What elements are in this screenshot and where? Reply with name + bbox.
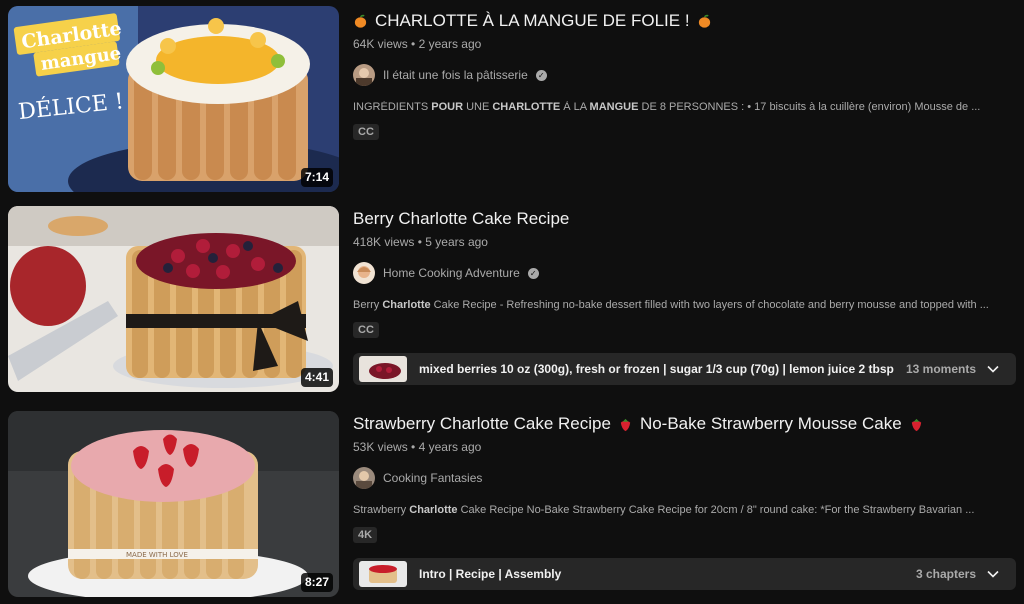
chapters-summary: mixed berries 10 oz (300g), fresh or fro… [419, 362, 894, 376]
chapters-count: 13 moments [905, 362, 976, 376]
video-title-text: Berry Charlotte Cake Recipe [353, 209, 570, 228]
channel-name[interactable]: Cooking Fantasies [383, 471, 482, 485]
view-count: 418K views [353, 235, 415, 249]
closed-captions-badge: CC [353, 322, 379, 338]
thumbnail-image [8, 206, 339, 392]
chapter-thumbnail [359, 356, 407, 382]
video-thumbnail[interactable]: Charlotte mangue DÉLICE ! 7:14 [8, 6, 339, 192]
video-description: Berry Charlotte Cake Recipe - Refreshing… [353, 299, 1016, 314]
channel-avatar[interactable] [353, 467, 375, 489]
desc-highlight: MANGUE [589, 101, 639, 113]
desc-text: UNE [463, 101, 493, 113]
strawberry-emoji-icon [911, 418, 921, 431]
upload-age: 4 years ago [418, 440, 482, 454]
video-title-text-2: No-Bake Strawberry Mousse Cake [639, 414, 902, 433]
video-title-text: Strawberry Charlotte Cake Recipe [353, 414, 611, 433]
video-metadata: 53K views • 4 years ago [353, 440, 1016, 456]
video-info: Berry Charlotte Cake Recipe 418K views •… [353, 206, 1016, 338]
desc-text: À LA [560, 101, 590, 113]
desc-highlight: CHARLOTTE [492, 101, 561, 113]
desc-text: Berry [353, 299, 383, 311]
thumbnail-image: MADE WITH LOVE [8, 411, 339, 597]
video-title[interactable]: Berry Charlotte Cake Recipe [353, 208, 1016, 230]
desc-text: DE 8 PERSONNES : • 17 biscuits à la cuil… [638, 101, 981, 113]
video-metadata: 64K views • 2 years ago [353, 37, 1016, 53]
video-description: INGRÉDIENTS POUR UNE CHARLOTTE À LA MANG… [353, 101, 1016, 116]
video-info: Strawberry Charlotte Cake Recipe No-Bake… [353, 411, 1016, 543]
video-duration: 7:14 [300, 168, 333, 187]
channel-name[interactable]: Home Cooking Adventure [383, 266, 520, 280]
channel-avatar[interactable] [353, 262, 375, 284]
desc-highlight: Charlotte [382, 299, 431, 311]
meta-separator: • [411, 440, 416, 454]
closed-captions-badge: CC [353, 124, 379, 140]
video-thumbnail[interactable]: MADE WITH LOVE 8:27 [8, 411, 339, 597]
desc-highlight: Charlotte [409, 504, 458, 516]
mango-emoji-icon [354, 14, 367, 28]
chevron-down-icon[interactable] [986, 567, 1000, 581]
chapter-thumbnail [359, 561, 407, 587]
thumbnail-image: Charlotte mangue DÉLICE ! [8, 6, 339, 192]
channel-row[interactable]: Il était une fois la pâtisserie ✓ [353, 63, 1016, 87]
desc-highlight: POUR [431, 101, 464, 113]
meta-separator: • [417, 235, 422, 249]
channel-name[interactable]: Il était une fois la pâtisserie [383, 68, 528, 82]
desc-text: Strawberry [353, 504, 410, 516]
verified-check-icon: ✓ [535, 69, 547, 81]
meta-separator: • [411, 37, 416, 51]
desc-text: Cake Recipe - Refreshing no-bake dessert… [430, 299, 989, 311]
video-title-text: CHARLOTTE À LA MANGUE DE FOLIE ! [375, 11, 690, 30]
chapters-bar[interactable]: Intro | Recipe | Assembly 3 chapters [353, 558, 1016, 590]
thumbnail-ribbon-text: MADE WITH LOVE [126, 551, 188, 559]
video-description: Strawberry Charlotte Cake Recipe No-Bake… [353, 504, 1016, 519]
channel-avatar[interactable] [353, 64, 375, 86]
video-info: CHARLOTTE À LA MANGUE DE FOLIE ! 64K vie… [353, 6, 1016, 140]
video-duration: 8:27 [300, 573, 333, 592]
video-duration: 4:41 [300, 368, 333, 387]
channel-row[interactable]: Cooking Fantasies [353, 466, 1016, 490]
desc-text: Cake Recipe No-Bake Strawberry Cake Reci… [457, 504, 975, 516]
video-title[interactable]: CHARLOTTE À LA MANGUE DE FOLIE ! [353, 10, 1016, 32]
strawberry-emoji-icon [620, 418, 631, 431]
channel-row[interactable]: Home Cooking Adventure ✓ [353, 261, 1016, 285]
verified-check-icon: ✓ [527, 267, 539, 279]
video-thumbnail[interactable]: 4:41 [8, 206, 339, 392]
key-moments-bar[interactable]: mixed berries 10 oz (300g), fresh or fro… [353, 353, 1016, 385]
mango-emoji-icon [698, 14, 710, 28]
view-count: 64K views [353, 37, 408, 51]
upload-age: 2 years ago [418, 37, 482, 51]
video-title[interactable]: Strawberry Charlotte Cake Recipe No-Bake… [353, 413, 1016, 435]
upload-age: 5 years ago [425, 235, 488, 249]
chapters-summary: Intro | Recipe | Assembly [419, 567, 562, 581]
chapters-count: 3 chapters [915, 567, 976, 581]
video-metadata: 418K views • 5 years ago [353, 235, 1016, 251]
quality-4k-badge: 4K [353, 527, 378, 543]
chevron-down-icon[interactable] [986, 362, 1000, 376]
view-count: 53K views [353, 440, 408, 454]
desc-text: INGRÉDIENTS [353, 101, 432, 113]
